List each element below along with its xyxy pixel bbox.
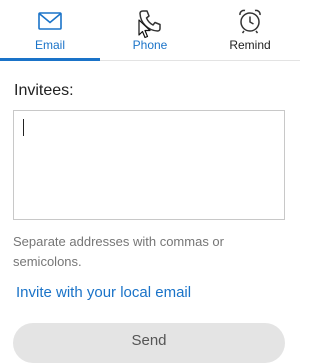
hint-text: Separate addresses with commas or semico… xyxy=(13,234,224,269)
mouse-pointer-icon xyxy=(138,19,151,39)
alarm-clock-icon xyxy=(239,9,261,34)
tab-email[interactable]: Email xyxy=(0,0,100,61)
text-caret xyxy=(23,119,24,136)
tab-remind-label: Remind xyxy=(229,38,271,52)
send-button-label: Send xyxy=(131,332,167,349)
tab-phone-label: Phone xyxy=(132,38,168,52)
active-tab-indicator xyxy=(0,58,100,61)
invitees-label: Invitees: xyxy=(14,82,74,99)
tab-remind[interactable]: Remind xyxy=(200,0,300,60)
send-button[interactable]: Send xyxy=(13,323,285,363)
invitees-field[interactable] xyxy=(13,110,285,220)
tab-email-label: Email xyxy=(34,38,65,52)
invite-local-email-link[interactable]: Invite with your local email xyxy=(16,284,191,301)
envelope-icon xyxy=(38,12,62,30)
